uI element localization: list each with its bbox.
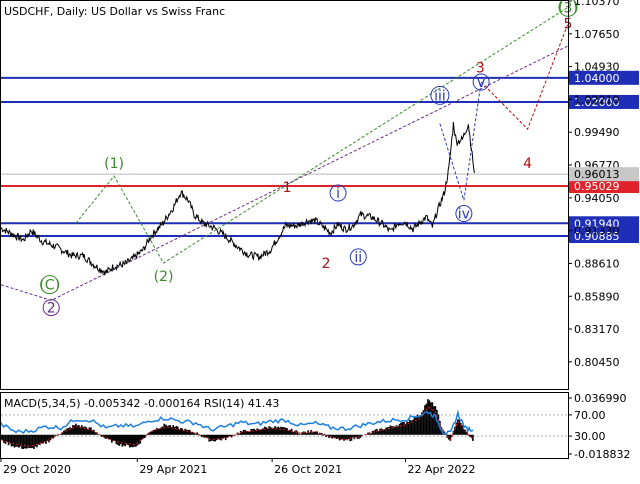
wave-label: (1) xyxy=(104,156,124,172)
x-tick-label: 26 Oct 2021 xyxy=(274,463,342,476)
indicator-tick-label: 0.036990 xyxy=(574,392,627,405)
y-tick-label: 0.83170 xyxy=(574,323,620,336)
indicator-tick-label: 70.00 xyxy=(574,409,606,422)
y-tick-label: 0.85890 xyxy=(574,290,620,303)
y-tick-label: 1.10370 xyxy=(574,0,620,8)
wave-label: (C) xyxy=(39,278,60,294)
indicator-title: MACD(5,34,5) -0.005342 -0.000164 RSI(14)… xyxy=(4,397,279,410)
x-tick-label: 22 Apr 2022 xyxy=(407,463,475,476)
x-tick-label: 29 Oct 2020 xyxy=(3,463,71,476)
chart-window: (3) 5 3 iii v 4 iv 1 i ii 2 (1) (2) (C) 2 USDCHF, Dail… xyxy=(0,0,640,480)
wave-label: iv xyxy=(458,207,470,223)
y-tick-label: 1.02210 xyxy=(574,93,620,106)
indicator-tick-label: 30.00 xyxy=(574,430,606,443)
chart-svg: (3)53iiiv4iv1 iii2(1)(2)(C)2 USDCHF, Dail… xyxy=(0,0,640,480)
wave-label: (2) xyxy=(154,269,174,285)
y-tick-label: 0.88610 xyxy=(574,257,620,270)
wave-label: 2 xyxy=(47,301,56,317)
y-tick-label: 1.07650 xyxy=(574,28,620,41)
chart-title: USDCHF, Daily: US Dollar vs Swiss Franc xyxy=(4,5,225,18)
indicator-tick-label: -0.018832 xyxy=(574,448,630,461)
x-tick-label: 29 Apr 2021 xyxy=(139,463,207,476)
wave-label: 2 xyxy=(322,256,331,272)
wave-label: iii xyxy=(434,88,446,104)
wave-label: ii xyxy=(354,250,362,266)
wave-label: v xyxy=(477,75,485,91)
y-tick-label: 0.91330 xyxy=(574,225,620,238)
current-price-label: 0.96013 xyxy=(574,168,620,181)
y-tick-label: 1.04930 xyxy=(574,61,620,74)
level-label: 1.04000 xyxy=(574,72,620,85)
y-tick-label: 0.99490 xyxy=(574,126,620,139)
y-tick-label: 0.94050 xyxy=(574,192,620,205)
wave-label: 1 xyxy=(283,180,292,196)
wave-label: i xyxy=(336,186,340,202)
wave-label: 4 xyxy=(523,156,532,172)
y-tick-label: 0.80450 xyxy=(574,356,620,369)
